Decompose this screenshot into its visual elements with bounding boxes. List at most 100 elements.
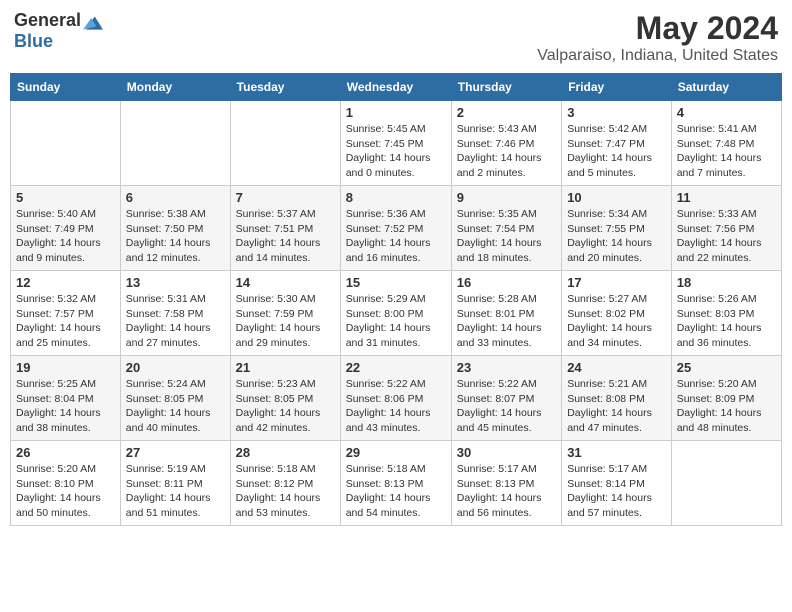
calendar-header-cell: Tuesday [230, 74, 340, 101]
calendar-day-cell: 15Sunrise: 5:29 AM Sunset: 8:00 PM Dayli… [340, 271, 451, 356]
day-number: 11 [677, 190, 776, 205]
day-info: Sunrise: 5:19 AM Sunset: 8:11 PM Dayligh… [126, 462, 225, 521]
day-info: Sunrise: 5:18 AM Sunset: 8:13 PM Dayligh… [346, 462, 446, 521]
calendar-body: 1 Sunrise: 5:45 AM Sunset: 7:45 PM Daylig… [11, 101, 782, 526]
calendar-header-cell: Friday [562, 74, 672, 101]
calendar-day-cell: 23 Sunrise: 5:22 AM Sunset: 8:07 PM Dayli… [451, 356, 561, 441]
day-info: Sunrise: 5:20 AM Sunset: 8:09 PM Dayligh… [677, 377, 776, 436]
calendar-day-cell: 27 Sunrise: 5:19 AM Sunset: 8:11 PM Dayli… [120, 441, 230, 526]
day-number: 14 [236, 275, 335, 290]
header: General Blue May 2024 Valparaiso, Indian… [10, 10, 782, 65]
calendar-week-row: 19Sunrise: 5:25 AM Sunset: 8:04 PM Dayli… [11, 356, 782, 441]
day-info: Sunrise: 5:34 AM Sunset: 7:55 PM Dayligh… [567, 207, 666, 266]
day-number: 4 [677, 105, 776, 120]
day-number: 25 [677, 360, 776, 375]
calendar-day-cell: 11 Sunrise: 5:33 AM Sunset: 7:56 PM Dayli… [671, 186, 781, 271]
calendar-day-cell: 2Sunrise: 5:43 AM Sunset: 7:46 PM Daylig… [451, 101, 561, 186]
day-info: Sunrise: 5:22 AM Sunset: 8:06 PM Dayligh… [346, 377, 446, 436]
day-number: 30 [457, 445, 556, 460]
calendar-header-row: SundayMondayTuesdayWednesdayThursdayFrid… [11, 74, 782, 101]
calendar-header-cell: Monday [120, 74, 230, 101]
day-number: 8 [346, 190, 446, 205]
calendar-day-cell [120, 101, 230, 186]
day-number: 18 [677, 275, 776, 290]
calendar-week-row: 1 Sunrise: 5:45 AM Sunset: 7:45 PM Daylig… [11, 101, 782, 186]
day-number: 2 [457, 105, 556, 120]
calendar-day-cell: 20 Sunrise: 5:24 AM Sunset: 8:05 PM Dayli… [120, 356, 230, 441]
day-info: Sunrise: 5:37 AM Sunset: 7:51 PM Dayligh… [236, 207, 335, 266]
calendar-day-cell: 18 Sunrise: 5:26 AM Sunset: 8:03 PM Dayli… [671, 271, 781, 356]
calendar-day-cell: 9Sunrise: 5:35 AM Sunset: 7:54 PM Daylig… [451, 186, 561, 271]
day-info: Sunrise: 5:23 AM Sunset: 8:05 PM Dayligh… [236, 377, 335, 436]
day-number: 24 [567, 360, 666, 375]
day-number: 1 [346, 105, 446, 120]
calendar-day-cell: 28 Sunrise: 5:18 AM Sunset: 8:12 PM Dayli… [230, 441, 340, 526]
day-info: Sunrise: 5:28 AM Sunset: 8:01 PM Dayligh… [457, 292, 556, 351]
day-info: Sunrise: 5:27 AM Sunset: 8:02 PM Dayligh… [567, 292, 666, 351]
day-number: 27 [126, 445, 225, 460]
day-info: Sunrise: 5:42 AM Sunset: 7:47 PM Dayligh… [567, 122, 666, 181]
calendar-week-row: 26 Sunrise: 5:20 AM Sunset: 8:10 PM Dayli… [11, 441, 782, 526]
calendar-table: SundayMondayTuesdayWednesdayThursdayFrid… [10, 73, 782, 526]
calendar-day-cell [230, 101, 340, 186]
day-info: Sunrise: 5:38 AM Sunset: 7:50 PM Dayligh… [126, 207, 225, 266]
day-number: 28 [236, 445, 335, 460]
calendar-header-cell: Saturday [671, 74, 781, 101]
calendar-header-cell: Thursday [451, 74, 561, 101]
day-info: Sunrise: 5:17 AM Sunset: 8:14 PM Dayligh… [567, 462, 666, 521]
day-info: Sunrise: 5:21 AM Sunset: 8:08 PM Dayligh… [567, 377, 666, 436]
logo-general: General [14, 10, 81, 31]
day-info: Sunrise: 5:24 AM Sunset: 8:05 PM Dayligh… [126, 377, 225, 436]
day-number: 20 [126, 360, 225, 375]
calendar-week-row: 5Sunrise: 5:40 AM Sunset: 7:49 PM Daylig… [11, 186, 782, 271]
day-number: 13 [126, 275, 225, 290]
calendar-day-cell: 4 Sunrise: 5:41 AM Sunset: 7:48 PM Daylig… [671, 101, 781, 186]
calendar-header-cell: Sunday [11, 74, 121, 101]
calendar-day-cell: 22 Sunrise: 5:22 AM Sunset: 8:06 PM Dayli… [340, 356, 451, 441]
calendar-day-cell: 24 Sunrise: 5:21 AM Sunset: 8:08 PM Dayli… [562, 356, 672, 441]
day-number: 26 [16, 445, 115, 460]
day-info: Sunrise: 5:22 AM Sunset: 8:07 PM Dayligh… [457, 377, 556, 436]
calendar-day-cell: 25 Sunrise: 5:20 AM Sunset: 8:09 PM Dayli… [671, 356, 781, 441]
day-number: 10 [567, 190, 666, 205]
title-area: May 2024 Valparaiso, Indiana, United Sta… [537, 10, 778, 65]
day-info: Sunrise: 5:40 AM Sunset: 7:49 PM Dayligh… [16, 207, 115, 266]
page-title: May 2024 [537, 10, 778, 47]
calendar-day-cell: 31Sunrise: 5:17 AM Sunset: 8:14 PM Dayli… [562, 441, 672, 526]
day-number: 3 [567, 105, 666, 120]
calendar-day-cell: 6 Sunrise: 5:38 AM Sunset: 7:50 PM Daylig… [120, 186, 230, 271]
day-info: Sunrise: 5:36 AM Sunset: 7:52 PM Dayligh… [346, 207, 446, 266]
day-info: Sunrise: 5:41 AM Sunset: 7:48 PM Dayligh… [677, 122, 776, 181]
day-info: Sunrise: 5:31 AM Sunset: 7:58 PM Dayligh… [126, 292, 225, 351]
calendar-day-cell: 29 Sunrise: 5:18 AM Sunset: 8:13 PM Dayli… [340, 441, 451, 526]
day-info: Sunrise: 5:30 AM Sunset: 7:59 PM Dayligh… [236, 292, 335, 351]
day-info: Sunrise: 5:33 AM Sunset: 7:56 PM Dayligh… [677, 207, 776, 266]
calendar-day-cell: 26 Sunrise: 5:20 AM Sunset: 8:10 PM Dayli… [11, 441, 121, 526]
calendar-day-cell: 7Sunrise: 5:37 AM Sunset: 7:51 PM Daylig… [230, 186, 340, 271]
calendar-day-cell: 30 Sunrise: 5:17 AM Sunset: 8:13 PM Dayli… [451, 441, 561, 526]
calendar-day-cell: 1 Sunrise: 5:45 AM Sunset: 7:45 PM Daylig… [340, 101, 451, 186]
day-info: Sunrise: 5:17 AM Sunset: 8:13 PM Dayligh… [457, 462, 556, 521]
calendar-day-cell [671, 441, 781, 526]
day-number: 9 [457, 190, 556, 205]
day-number: 22 [346, 360, 446, 375]
day-info: Sunrise: 5:20 AM Sunset: 8:10 PM Dayligh… [16, 462, 115, 521]
day-info: Sunrise: 5:26 AM Sunset: 8:03 PM Dayligh… [677, 292, 776, 351]
day-number: 21 [236, 360, 335, 375]
day-number: 29 [346, 445, 446, 460]
day-number: 23 [457, 360, 556, 375]
day-info: Sunrise: 5:45 AM Sunset: 7:45 PM Dayligh… [346, 122, 446, 181]
day-number: 12 [16, 275, 115, 290]
logo-blue: Blue [14, 31, 53, 52]
day-number: 19 [16, 360, 115, 375]
calendar-day-cell: 17 Sunrise: 5:27 AM Sunset: 8:02 PM Dayli… [562, 271, 672, 356]
calendar-day-cell: 21 Sunrise: 5:23 AM Sunset: 8:05 PM Dayli… [230, 356, 340, 441]
day-number: 6 [126, 190, 225, 205]
day-number: 16 [457, 275, 556, 290]
day-number: 17 [567, 275, 666, 290]
logo-icon [83, 14, 103, 32]
logo: General Blue [14, 10, 103, 52]
day-info: Sunrise: 5:32 AM Sunset: 7:57 PM Dayligh… [16, 292, 115, 351]
day-info: Sunrise: 5:18 AM Sunset: 8:12 PM Dayligh… [236, 462, 335, 521]
calendar-day-cell [11, 101, 121, 186]
